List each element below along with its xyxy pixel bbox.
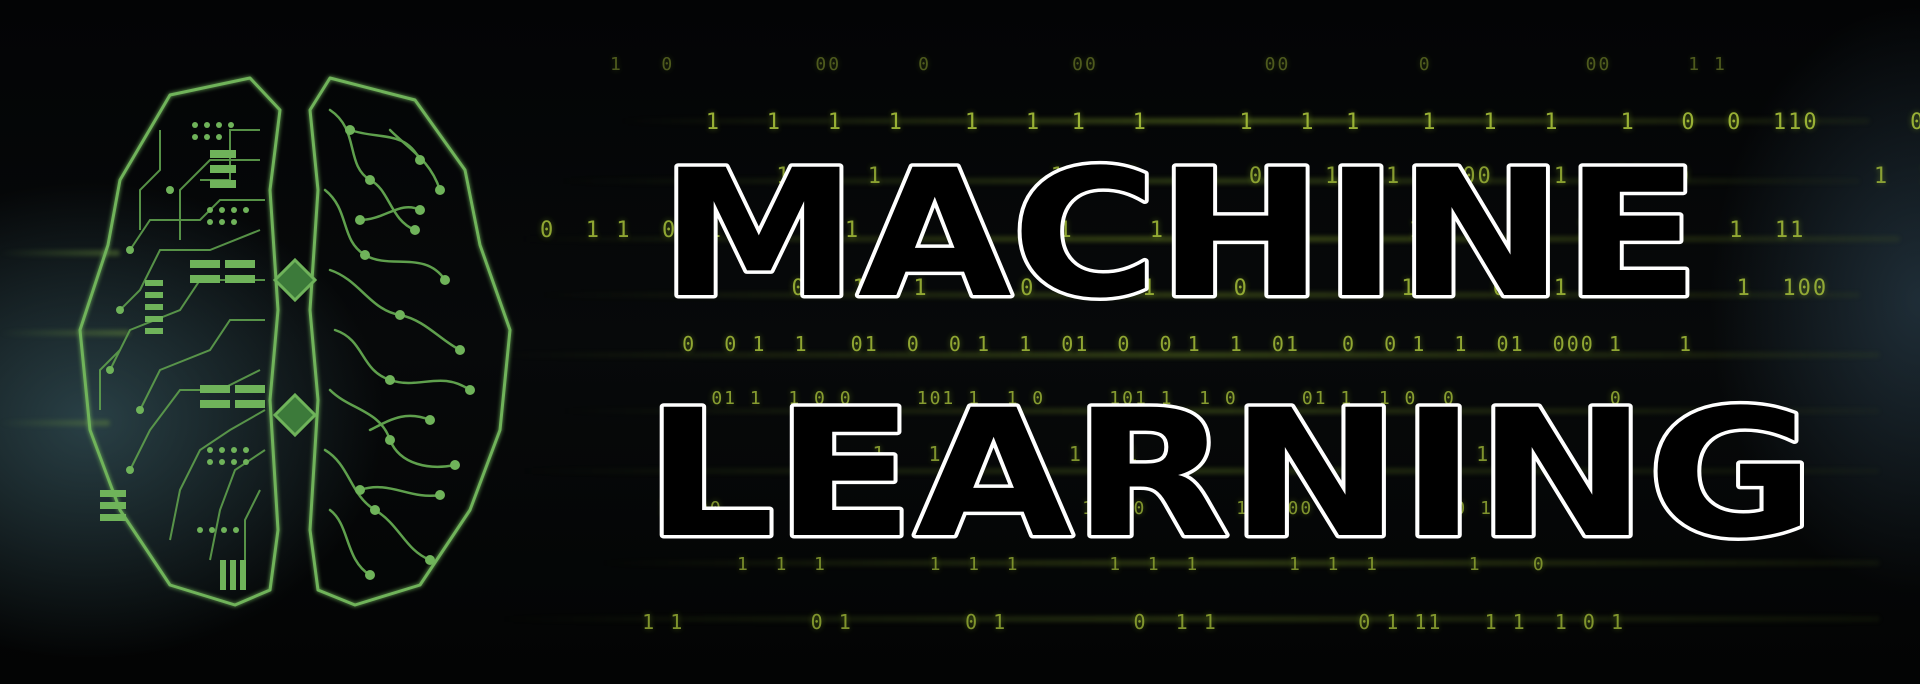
title-line-learning: LEARNING (645, 372, 1815, 577)
title-graphic: MACHINE LEARNING (642, 129, 1819, 581)
title-line-machine: MACHINE (660, 132, 1700, 337)
machine-learning-banner: 1 0 00 0 00 00 0 00 1 1 1 1 1 1 1 1 1 1 … (0, 0, 1920, 684)
